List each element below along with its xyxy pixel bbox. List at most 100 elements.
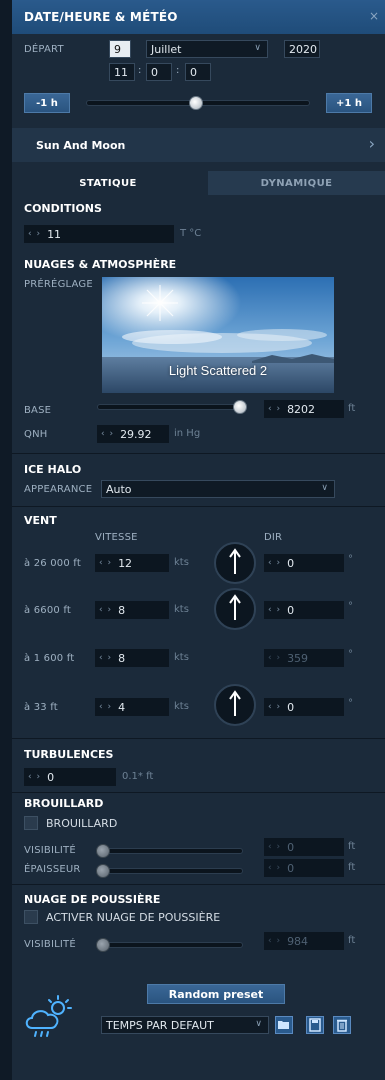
dust-visibility-spinner[interactable]: ‹ › 984 xyxy=(264,932,344,950)
dust-visibility-knob[interactable] xyxy=(96,938,110,952)
turbulence-spinner[interactable]: ‹ › 0 xyxy=(24,768,116,786)
close-icon[interactable]: × xyxy=(369,9,379,23)
trash-icon[interactable] xyxy=(333,1016,351,1034)
spinner-arrows-icon: ‹ › xyxy=(28,772,42,782)
tab-static[interactable]: STATIQUE xyxy=(12,171,204,195)
wind-title: VENT xyxy=(24,514,57,527)
minute-input[interactable]: 0 xyxy=(146,63,172,81)
fog-thickness-track[interactable] xyxy=(97,868,243,874)
day-input[interactable]: 9 xyxy=(109,40,131,58)
wind-speed-unit: kts xyxy=(174,557,189,568)
open-folder-icon[interactable] xyxy=(275,1016,293,1034)
fog-visibility-spinner[interactable]: ‹ › 0 xyxy=(264,838,344,856)
section-divider xyxy=(12,738,385,739)
time-separator: : xyxy=(138,65,142,76)
wind-speed-header: VITESSE xyxy=(95,532,138,543)
wind-dir-value: 359 xyxy=(287,651,309,665)
wind-dir-unit: ° xyxy=(348,554,353,565)
wind-speed-spinner[interactable]: ‹ › 12 xyxy=(95,554,169,572)
fog-visibility-value: 0 xyxy=(287,840,295,854)
appearance-select[interactable]: Auto ∨ xyxy=(101,480,335,498)
wind-speed-unit: kts xyxy=(174,604,189,615)
wind-dir-spinner[interactable]: ‹ › 0 xyxy=(264,601,344,619)
turbulence-value: 0 xyxy=(47,770,55,784)
wind-speed-value: 12 xyxy=(118,556,133,570)
wind-speed-value: 8 xyxy=(118,651,126,665)
wind-dir-unit: ° xyxy=(348,601,353,612)
dust-visibility-label: VISIBILITÉ xyxy=(24,939,76,950)
wind-dir-value: 0 xyxy=(287,603,295,617)
cloud-preset-thumbnail[interactable]: Light Scattered 2 xyxy=(102,277,334,393)
weather-preset-value: TEMPS PAR DEFAUT xyxy=(106,1018,214,1032)
chevron-right-icon: › xyxy=(368,134,375,153)
wind-row-altitude: à 6600 ft xyxy=(24,605,72,616)
appearance-value: Auto xyxy=(106,482,132,496)
spinner-arrows-icon: ‹ › xyxy=(268,404,282,414)
time-slider-knob[interactable] xyxy=(188,96,203,110)
qnh-label: QNH xyxy=(24,429,48,440)
spinner-arrows-icon: ‹ › xyxy=(28,229,42,239)
weather-cloud-sun-icon xyxy=(22,994,74,1040)
wind-row-altitude: à 26 000 ft xyxy=(24,558,81,569)
fog-visibility-track[interactable] xyxy=(97,848,243,854)
section-divider xyxy=(12,792,385,793)
fog-visibility-unit: ft xyxy=(348,841,356,852)
wind-dir-spinner[interactable]: ‹ › 0 xyxy=(264,554,344,572)
fog-thickness-spinner[interactable]: ‹ › 0 xyxy=(264,859,344,877)
minus-hour-button[interactable]: -1 h xyxy=(24,93,70,113)
dust-visibility-track[interactable] xyxy=(97,942,243,948)
spinner-arrows-icon: ‹ › xyxy=(99,702,113,712)
wind-direction-dial[interactable] xyxy=(214,684,256,726)
plus-hour-button[interactable]: +1 h xyxy=(326,93,372,113)
second-input[interactable]: 0 xyxy=(185,63,211,81)
ice-halo-title: ICE HALO xyxy=(24,463,82,476)
preset-label: PRÉRÉGLAGE xyxy=(24,279,93,290)
section-divider xyxy=(12,506,385,507)
chevron-down-icon: ∨ xyxy=(321,483,328,493)
save-icon[interactable] xyxy=(306,1016,324,1034)
fog-thickness-label: ÉPAISSEUR xyxy=(24,864,81,875)
dust-checkbox[interactable] xyxy=(24,910,38,924)
wind-speed-spinner[interactable]: ‹ › 4 xyxy=(95,698,169,716)
month-select[interactable]: Juillet ∨ xyxy=(146,40,268,58)
wind-speed-unit: kts xyxy=(174,652,189,663)
chevron-down-icon: ∨ xyxy=(254,43,261,53)
wind-dir-spinner[interactable]: ‹ › 0 xyxy=(264,698,344,716)
base-label: BASE xyxy=(24,405,52,416)
wind-dir-header: DIR xyxy=(264,532,283,543)
year-input[interactable]: 2020 xyxy=(284,40,320,58)
spinner-arrows-icon: ‹ › xyxy=(99,605,113,615)
temperature-spinner[interactable]: ‹ › 11 xyxy=(24,225,174,243)
fog-thickness-knob[interactable] xyxy=(96,864,110,878)
panel-header: DATE/HEURE & MÉTÉO × xyxy=(12,0,385,34)
spinner-arrows-icon: ‹ › xyxy=(268,558,282,568)
cloud-preset-name: Light Scattered 2 xyxy=(168,363,268,378)
sun-and-moon-row[interactable]: Sun And Moon › xyxy=(12,128,385,162)
random-preset-button[interactable]: Random preset xyxy=(147,984,285,1004)
base-slider-track[interactable] xyxy=(97,404,247,410)
departure-label: DÉPART xyxy=(24,44,64,55)
wind-speed-spinner[interactable]: ‹ › 8 xyxy=(95,601,169,619)
wind-speed-spinner[interactable]: ‹ › 8 xyxy=(95,649,169,667)
month-value: Juillet xyxy=(151,42,182,56)
weather-preset-select[interactable]: TEMPS PAR DEFAUT ∨ xyxy=(101,1016,269,1034)
turbulence-title: TURBULENCES xyxy=(24,748,114,761)
spinner-arrows-icon: ‹ › xyxy=(99,558,113,568)
wind-direction-dial[interactable] xyxy=(214,588,256,630)
base-value: 8202 xyxy=(287,402,316,416)
qnh-value: 29.92 xyxy=(120,427,152,441)
arrow-up-icon xyxy=(229,548,241,574)
section-divider xyxy=(12,453,385,454)
base-spinner[interactable]: ‹ › 8202 xyxy=(264,400,344,418)
wind-speed-value: 8 xyxy=(118,603,126,617)
fog-thickness-unit: ft xyxy=(348,862,356,873)
dust-visibility-value: 984 xyxy=(287,934,309,948)
tab-dynamic[interactable]: DYNAMIQUE xyxy=(208,171,385,195)
hour-input[interactable]: 11 xyxy=(109,63,135,81)
wind-direction-dial[interactable] xyxy=(214,542,256,584)
fog-visibility-knob[interactable] xyxy=(96,844,110,858)
fog-checkbox[interactable] xyxy=(24,816,38,830)
base-slider-knob[interactable] xyxy=(232,400,247,414)
qnh-spinner[interactable]: ‹ › 29.92 xyxy=(97,425,169,443)
spinner-arrows-icon: ‹ › xyxy=(268,842,282,852)
